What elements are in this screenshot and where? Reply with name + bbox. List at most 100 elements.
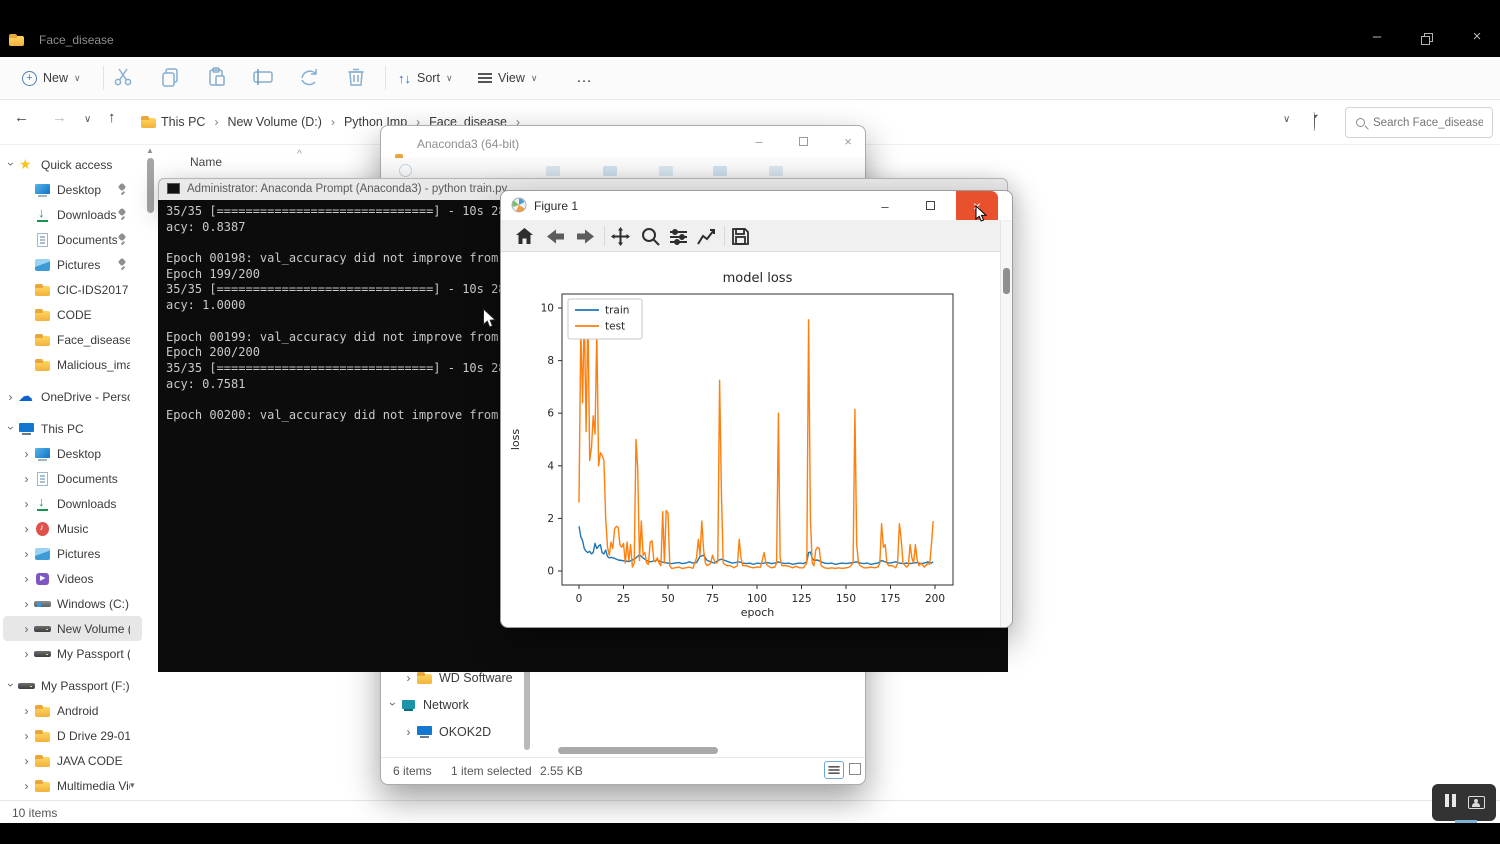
chevron-icon[interactable]: [19, 754, 34, 768]
pan-icon[interactable]: [610, 226, 631, 247]
scroll-up-icon[interactable]: ▲: [146, 146, 154, 155]
chevron-icon[interactable]: [19, 497, 34, 511]
sidebar-item[interactable]: Android: [3, 698, 142, 723]
chevron-icon[interactable]: [19, 447, 34, 461]
sidebar-item[interactable]: Malicious_images: [3, 352, 142, 377]
maximize-button[interactable]: [799, 137, 808, 146]
chevron-icon[interactable]: [19, 729, 34, 743]
chevron-icon[interactable]: [19, 647, 34, 661]
sidebar-item[interactable]: Music: [3, 516, 142, 541]
toolbar-separator: [604, 226, 605, 246]
figure-scrollbar-thumb[interactable]: [1003, 268, 1010, 294]
chevron-icon[interactable]: [19, 472, 34, 486]
back-button[interactable]: ←: [14, 109, 29, 126]
minimize-button[interactable]: –: [742, 134, 776, 149]
sort-button[interactable]: ↑↓ Sort ∨: [398, 64, 453, 92]
forward-button[interactable]: →: [52, 109, 67, 126]
search-input[interactable]: [1373, 117, 1483, 129]
tree-item[interactable]: Network: [385, 691, 522, 718]
sidebar-item[interactable]: Quick access: [3, 152, 142, 177]
sidebar-item[interactable]: Multimedia Video: [3, 773, 142, 798]
new-button[interactable]: + New ∨: [22, 64, 81, 92]
save-icon[interactable]: [730, 226, 751, 247]
chevron-icon[interactable]: [19, 779, 34, 793]
chevron-icon[interactable]: [19, 547, 34, 561]
zoom-icon[interactable]: [640, 226, 661, 247]
explorer-tab[interactable]: Face_disease: [8, 27, 114, 53]
chevron-icon[interactable]: [3, 679, 18, 693]
anaconda-horizontal-scrollbar[interactable]: [558, 747, 718, 754]
sidebar-item[interactable]: Pictures: [3, 252, 142, 277]
sidebar-item[interactable]: Documents: [3, 227, 142, 252]
sidebar-item[interactable]: Desktop: [3, 441, 142, 466]
sidebar-item[interactable]: Videos: [3, 566, 142, 591]
chevron-icon[interactable]: [3, 422, 18, 436]
sidebar-item[interactable]: CODE: [3, 302, 142, 327]
share-icon[interactable]: [298, 66, 320, 88]
terminal-line: Epoch 200/200: [166, 345, 520, 361]
search-box[interactable]: [1345, 107, 1493, 138]
breadcrumb-item[interactable]: This PC: [159, 113, 207, 131]
anaconda-vertical-scrollbar[interactable]: [524, 662, 530, 750]
back-icon[interactable]: [545, 226, 566, 247]
close-button[interactable]: ×: [831, 134, 865, 149]
sidebar-scrollbar[interactable]: [147, 158, 154, 213]
chevron-icon[interactable]: [19, 704, 34, 718]
name-column-header[interactable]: Name: [190, 155, 222, 169]
pause-icon[interactable]: [1443, 794, 1457, 812]
maximize-button[interactable]: [926, 201, 935, 210]
minimize-button[interactable]: –: [1362, 28, 1392, 45]
chevron-icon[interactable]: [19, 522, 34, 536]
details-view-toggle[interactable]: [824, 761, 844, 779]
chevron-icon[interactable]: [401, 671, 416, 685]
paste-icon[interactable]: [206, 66, 228, 88]
copy-icon[interactable]: [159, 66, 181, 88]
delete-icon[interactable]: [345, 66, 367, 88]
refresh-icon[interactable]: [1313, 112, 1315, 131]
view-button[interactable]: View ∨: [478, 64, 537, 92]
sidebar-item[interactable]: New Volume (D:): [3, 616, 142, 641]
sidebar-item[interactable]: JAVA CODE: [3, 748, 142, 773]
chevron-icon[interactable]: [3, 390, 18, 404]
svg-text:loss: loss: [509, 429, 522, 451]
sidebar-item[interactable]: Desktop: [3, 177, 142, 202]
sidebar-item[interactable]: D Drive 29-01-20: [3, 723, 142, 748]
sidebar-item[interactable]: OneDrive - Persona: [3, 384, 142, 409]
person-icon[interactable]: [1468, 796, 1485, 809]
breadcrumb-item[interactable]: New Volume (D:): [225, 113, 323, 131]
item-label: Desktop: [57, 447, 130, 461]
rename-icon[interactable]: [252, 66, 274, 88]
close-button[interactable]: ×: [1462, 28, 1492, 45]
sidebar-item[interactable]: Documents: [3, 466, 142, 491]
cut-icon[interactable]: [112, 66, 134, 88]
restore-button-front[interactable]: [1421, 36, 1430, 45]
sidebar-item[interactable]: Downloads: [3, 202, 142, 227]
chevron-icon[interactable]: [19, 622, 34, 636]
sidebar-item[interactable]: Windows (C:): [3, 591, 142, 616]
chevron-icon[interactable]: [3, 158, 18, 172]
chevron-icon[interactable]: [401, 725, 416, 739]
item-count: 10 items: [12, 806, 57, 820]
home-icon[interactable]: [514, 226, 535, 247]
minimize-button[interactable]: –: [868, 199, 902, 214]
forward-icon[interactable]: [575, 226, 596, 247]
sidebar-item[interactable]: My Passport (F:): [3, 641, 142, 666]
more-button[interactable]: …: [576, 64, 592, 92]
history-chevron-icon[interactable]: ∨: [84, 114, 91, 125]
sidebar-item[interactable]: My Passport (F:): [3, 673, 142, 698]
subplots-icon[interactable]: [668, 226, 689, 247]
item-label: Windows (C:): [57, 597, 130, 611]
up-button[interactable]: ↑: [108, 109, 116, 126]
chevron-icon[interactable]: [385, 698, 400, 712]
address-chevron-icon[interactable]: ∨: [1283, 114, 1290, 125]
sidebar-item[interactable]: This PC: [3, 416, 142, 441]
sidebar-item[interactable]: CIC-IDS2017: [3, 277, 142, 302]
tree-item[interactable]: OKOK2D: [385, 718, 522, 745]
sidebar-item[interactable]: Face_disease: [3, 327, 142, 352]
plot-tool-icon[interactable]: [696, 226, 717, 247]
chevron-icon[interactable]: [19, 572, 34, 586]
sidebar-item[interactable]: Downloads: [3, 491, 142, 516]
chevron-icon[interactable]: [19, 597, 34, 611]
sidebar-item[interactable]: Pictures: [3, 541, 142, 566]
thumbnail-view-toggle[interactable]: [849, 763, 861, 775]
